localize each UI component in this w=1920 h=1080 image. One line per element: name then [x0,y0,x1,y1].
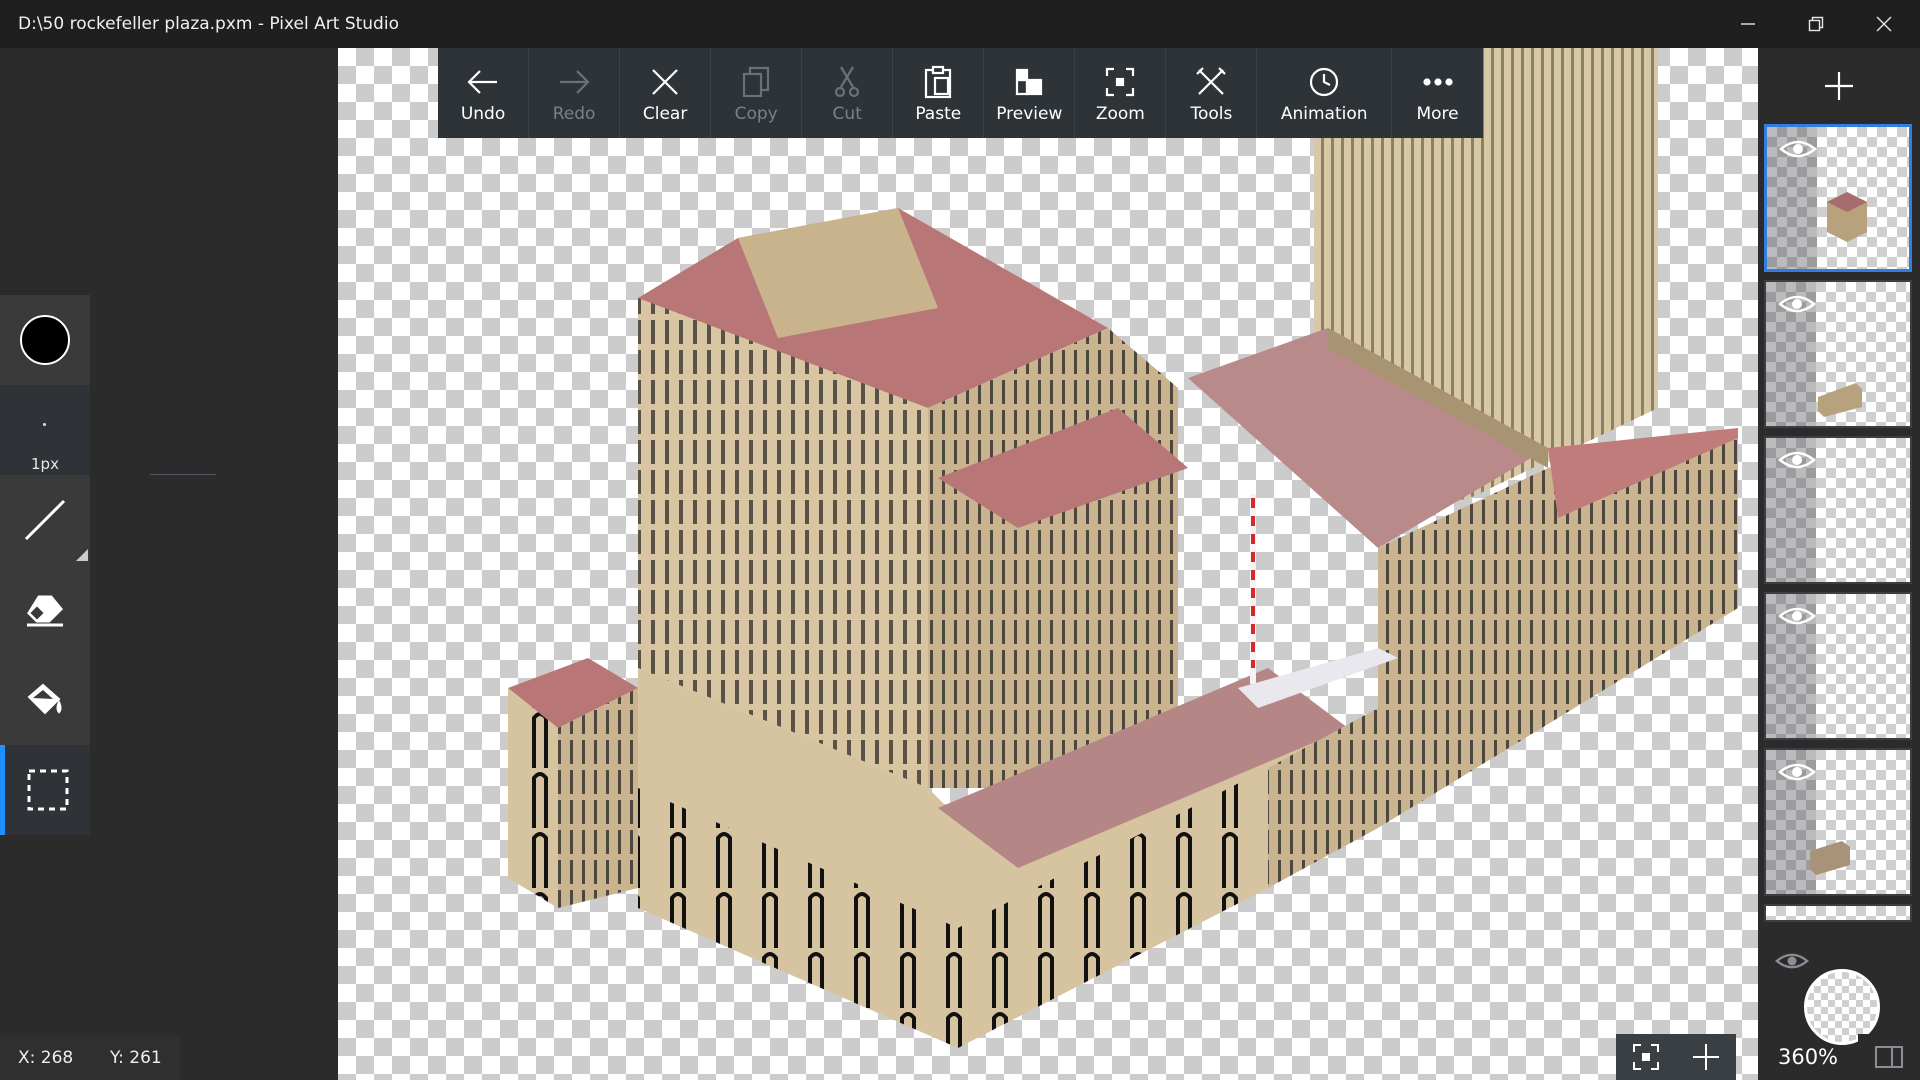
layer-preview [1818,383,1862,417]
preview-label: Preview [996,104,1063,124]
preview-button[interactable]: Preview [984,48,1076,138]
primary-color-swatch [20,315,70,365]
background-eye-icon[interactable] [1775,950,1809,972]
tools-icon [1196,67,1227,95]
paste-label: Paste [915,104,962,124]
more-dots-icon [1422,78,1453,86]
zoom-level: 360% [1777,1045,1839,1069]
arrow-left-icon [467,70,498,94]
layer-thumbnail-4[interactable] [1764,592,1912,740]
restore-icon [1808,16,1824,32]
cut-button[interactable]: Cut [802,48,894,138]
eraser-tool[interactable] [0,565,90,655]
eye-icon[interactable] [1778,292,1816,316]
zoom-label: Zoom [1095,104,1145,124]
undo-label: Undo [460,104,506,124]
more-label: More [1416,104,1459,124]
zoom-fit-icon [1106,67,1135,97]
restore-button[interactable] [1782,0,1850,48]
clear-label: Clear [642,104,688,124]
panel-toggle-button[interactable] [1858,1034,1920,1080]
layer-thumbnail-5[interactable] [1764,748,1912,896]
plus-icon [1825,72,1853,100]
clear-button[interactable]: Clear [620,48,712,138]
zoom-button[interactable]: Zoom [1075,48,1167,138]
color-picker-button[interactable] [0,295,90,385]
brush-size-label: 1px [31,455,59,473]
cursor-y: Y: 261 [110,1048,162,1068]
marquee-select-icon [27,769,68,811]
close-icon [1876,16,1892,32]
tool-options-corner-icon [76,549,88,561]
copy-label: Copy [734,104,778,124]
tools-button[interactable]: Tools [1166,48,1258,138]
close-button[interactable] [1850,0,1918,48]
eye-icon[interactable] [1778,760,1816,784]
paste-button[interactable]: Paste [893,48,985,138]
eye-icon[interactable] [1779,137,1817,161]
layer-preview [1827,192,1867,242]
fit-screen-icon [1633,1044,1659,1070]
animation-button[interactable]: Animation [1257,48,1392,138]
undo-button[interactable]: Undo [438,48,530,138]
layer-thumbnail-2[interactable] [1764,280,1912,428]
eraser-icon [27,595,64,627]
panel-toggle-icon [1875,1046,1903,1068]
layer-thumbnail-6[interactable] [1764,904,1912,922]
line-icon [24,499,66,541]
copy-button[interactable]: Copy [711,48,803,138]
plus-icon [1693,1044,1719,1070]
layer-preview [1810,841,1850,875]
fill-tool[interactable] [0,655,90,745]
add-layer-button[interactable] [1758,48,1920,124]
eye-icon[interactable] [1778,448,1816,472]
brush-size-button[interactable]: 1px [0,385,90,475]
paint-bucket-icon [27,683,62,715]
layer-thumbnail-1[interactable] [1764,124,1912,272]
clock-icon [1310,67,1339,97]
line-tool[interactable] [0,475,90,565]
selection-tool[interactable] [0,745,90,835]
animation-label: Animation [1280,104,1368,124]
window-title: D:\50 rockefeller plaza.pxm - Pixel Art … [18,14,399,34]
command-toolbar: Undo Redo Clear Copy Cut Paste Preview Z… [438,48,1483,138]
cursor-coordinates: X: 268 Y: 261 [0,1036,180,1080]
copy-icon [743,66,770,98]
fit-screen-button[interactable] [1616,1034,1676,1080]
scissors-icon [835,66,860,98]
preview-icon [1016,68,1043,96]
title-bar: D:\50 rockefeller plaza.pxm - Pixel Art … [0,0,1920,48]
eye-icon[interactable] [1778,604,1816,628]
cut-label: Cut [832,104,862,124]
close-x-icon [652,69,678,95]
drawing-canvas[interactable] [338,48,1758,1080]
pixel-art-building [508,48,1738,1048]
more-button[interactable]: More [1392,48,1483,138]
arrow-right-icon [560,70,590,94]
zoom-in-button[interactable] [1676,1034,1736,1080]
redo-label: Redo [552,104,596,124]
brush-size-dot [43,423,46,426]
clipboard-icon [925,65,952,99]
brush-slider[interactable] [150,474,216,475]
layer-thumbnail-3[interactable] [1764,436,1912,584]
tools-label: Tools [1190,104,1233,124]
minimize-icon [1741,23,1755,25]
cursor-x: X: 268 [18,1048,74,1068]
minimize-button[interactable] [1714,0,1782,48]
redo-button[interactable]: Redo [529,48,621,138]
